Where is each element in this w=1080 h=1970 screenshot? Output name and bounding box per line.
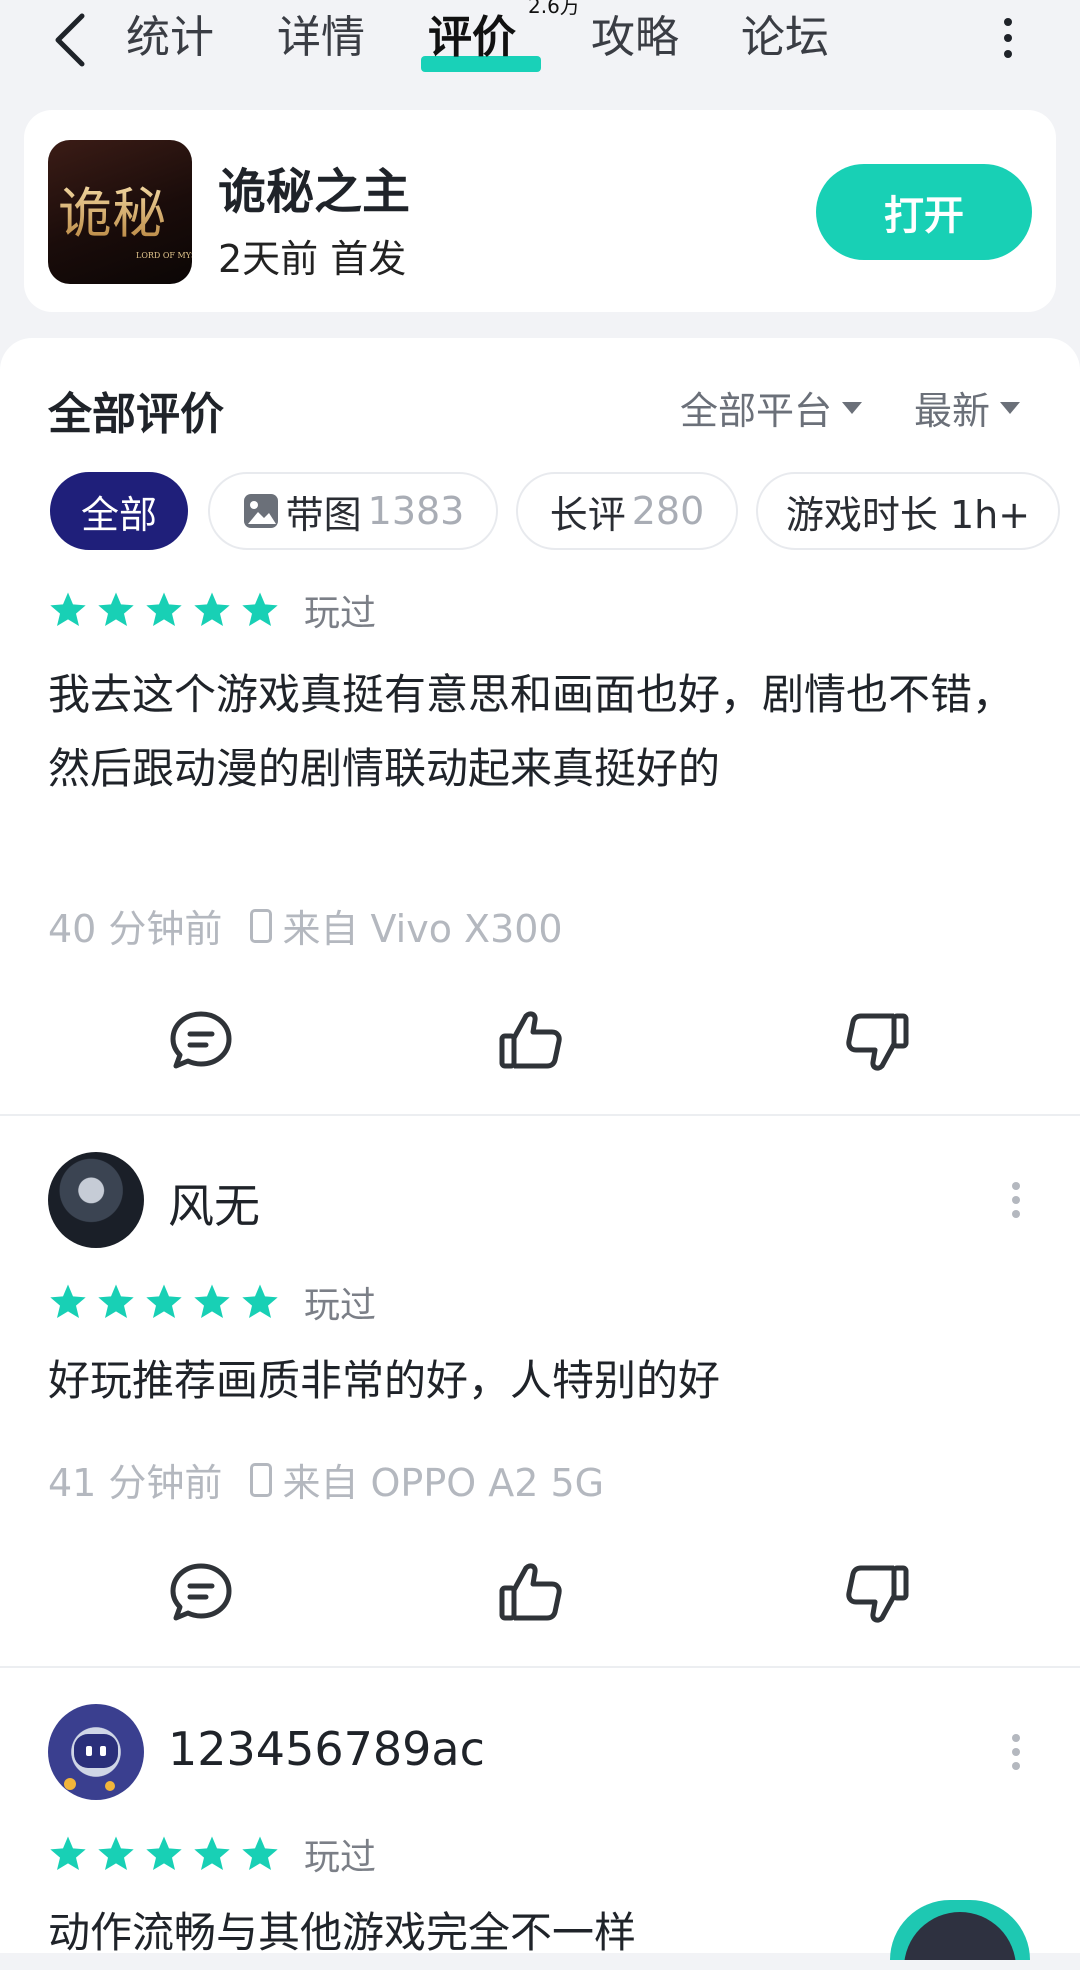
- robot-avatar-art: [64, 1734, 118, 1791]
- review-text[interactable]: 动作流畅与其他游戏完全不一样: [48, 1896, 868, 1970]
- like-button[interactable]: [496, 1006, 566, 1076]
- svg-text:诡秘: 诡秘: [58, 182, 166, 245]
- tab-stats[interactable]: 统计: [126, 8, 214, 68]
- star-icon: [98, 1284, 134, 1318]
- played-status: 玩过: [304, 1837, 377, 1878]
- platform-filter-label: 全部平台: [680, 389, 833, 433]
- star-icon: [242, 592, 278, 626]
- app-card: 诡秘 LORD OF MYSTERIES 诡秘之主 2天前 首发 打开: [24, 110, 1056, 312]
- review-time: 40 分钟前: [48, 907, 223, 951]
- image-icon: [243, 494, 278, 528]
- dislike-button[interactable]: [842, 1006, 912, 1076]
- review-meta: 41 分钟前 来自 OPPO A2 5G: [48, 1452, 604, 1507]
- more-button[interactable]: [996, 14, 1020, 62]
- review-image-thumbnail[interactable]: [890, 1900, 1030, 1960]
- avatar[interactable]: [48, 1704, 144, 1800]
- chip-playtime[interactable]: 游戏时长 1h+: [756, 472, 1060, 550]
- section-title: 全部评价: [48, 389, 224, 440]
- star-icon: [194, 1284, 230, 1318]
- phone-icon: [250, 908, 273, 943]
- kebab-icon: [1012, 1182, 1020, 1218]
- divider: [0, 1114, 1080, 1116]
- chip-with-images[interactable]: 带图 1383: [208, 472, 498, 550]
- app-icon[interactable]: 诡秘 LORD OF MYSTERIES: [48, 140, 192, 284]
- star-icon: [146, 592, 182, 626]
- star-icon: [146, 1836, 182, 1870]
- star-icon: [242, 1284, 278, 1318]
- chip-label: 长评: [549, 492, 626, 537]
- phone-icon: [250, 1462, 273, 1497]
- star-icon: [50, 1836, 86, 1870]
- open-app-button[interactable]: 打开: [816, 164, 1032, 260]
- chip-label: 游戏时长 1h+: [785, 492, 1031, 537]
- top-nav: 统计 详情 评价 2.6万 攻略 论坛: [0, 0, 1080, 90]
- comment-icon: [170, 1563, 232, 1621]
- tab-reviews[interactable]: 评价: [428, 8, 516, 68]
- chip-label: 全部: [80, 492, 157, 537]
- star-icon: [50, 592, 86, 626]
- star-icon: [242, 1836, 278, 1870]
- review-options-button[interactable]: [1010, 1732, 1022, 1772]
- dislike-button[interactable]: [842, 1558, 912, 1628]
- thumbs-up-icon: [499, 1011, 562, 1069]
- app-release-info: 2天前 首发: [218, 237, 407, 281]
- chip-long-reviews[interactable]: 长评 280: [516, 472, 738, 550]
- chip-label: 带图: [285, 492, 362, 537]
- star-icon: [98, 592, 134, 626]
- rating-stars: 玩过: [48, 584, 376, 636]
- back-icon: [55, 13, 85, 67]
- thumbs-down-icon: [846, 1013, 909, 1071]
- played-status: 玩过: [304, 593, 377, 634]
- review-options-button[interactable]: [1010, 1180, 1022, 1220]
- app-logo-art: 诡秘 LORD OF MYSTERIES: [58, 182, 192, 260]
- username[interactable]: 123456789ac: [168, 1722, 485, 1776]
- rating-stars: 玩过: [48, 1828, 376, 1880]
- thumbs-down-icon: [846, 1565, 909, 1623]
- star-icon: [194, 592, 230, 626]
- tab-guides[interactable]: 攻略: [591, 8, 679, 68]
- like-button[interactable]: [496, 1558, 566, 1628]
- comment-button[interactable]: [166, 1558, 236, 1628]
- review-count-badge: 2.6万: [528, 0, 580, 18]
- comment-button[interactable]: [166, 1006, 236, 1076]
- username[interactable]: 风无: [168, 1170, 260, 1236]
- tab-details[interactable]: 详情: [277, 8, 365, 68]
- kebab-icon: [1012, 1734, 1020, 1770]
- chip-count: 280: [631, 489, 705, 533]
- svg-text:LORD OF MYSTERIES: LORD OF MYSTERIES: [136, 251, 192, 260]
- app-title: 诡秘之主: [218, 164, 411, 220]
- platform-filter[interactable]: 全部平台: [680, 380, 863, 435]
- review-device: 来自 Vivo X300: [282, 907, 563, 951]
- back-button[interactable]: [50, 10, 90, 70]
- tab-forum[interactable]: 论坛: [741, 8, 829, 68]
- review-text[interactable]: 我去这个游戏真挺有意思和画面也好，剧情也不错，然后跟动漫的剧情联动起来真挺好的: [48, 658, 1028, 806]
- star-icon: [194, 1836, 230, 1870]
- avatar[interactable]: [48, 1152, 144, 1248]
- chip-count: 1383: [367, 489, 465, 533]
- star-icon: [98, 1836, 134, 1870]
- sort-filter[interactable]: 最新: [914, 380, 1021, 435]
- review-meta: 40 分钟前 来自 Vivo X300: [48, 898, 563, 953]
- more-icon: [1004, 18, 1012, 58]
- dropdown-icon: [842, 401, 863, 414]
- star-icon: [50, 1284, 86, 1318]
- chip-all[interactable]: 全部: [50, 472, 188, 550]
- review-device: 来自 OPPO A2 5G: [282, 1461, 605, 1505]
- review-text[interactable]: 好玩推荐画质非常的好，人特别的好: [48, 1344, 1028, 1418]
- dropdown-icon: [1000, 401, 1021, 414]
- sort-filter-label: 最新: [914, 389, 991, 433]
- divider: [0, 1666, 1080, 1668]
- thumbs-up-icon: [499, 1563, 562, 1621]
- rating-stars: 玩过: [48, 1276, 376, 1328]
- reviews-panel: 全部评价 全部平台 最新 全部 带图 1383 长评 280 游戏时长 1h+: [0, 338, 1080, 1960]
- review-time: 41 分钟前: [48, 1461, 223, 1505]
- played-status: 玩过: [304, 1285, 377, 1326]
- comment-icon: [170, 1011, 232, 1069]
- star-icon: [146, 1284, 182, 1318]
